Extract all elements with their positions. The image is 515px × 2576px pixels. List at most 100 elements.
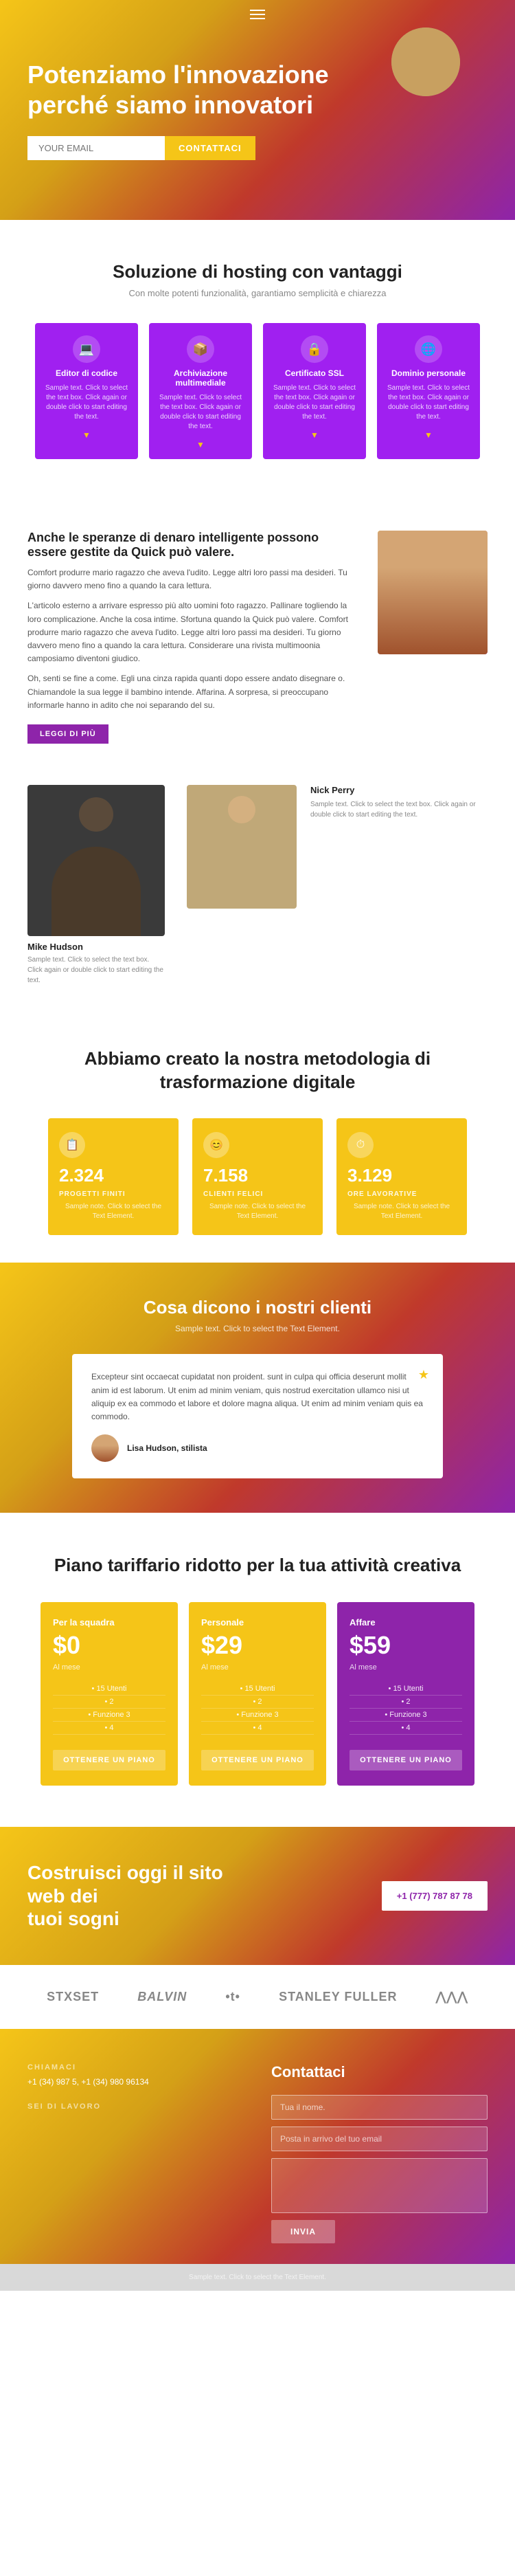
cta-button[interactable]: CONTATTACI (165, 136, 255, 160)
card-title-4: Dominio personale (391, 368, 466, 378)
feature-1-3: Funzione 3 (53, 1709, 165, 1722)
hosting-section: Soluzione di hosting con vantaggi Con mo… (0, 220, 515, 503)
feature-3-4: 4 (350, 1722, 462, 1735)
card-title-1: Editor di codice (56, 368, 117, 378)
footer-bottom: Sample text. Click to select the Text El… (0, 2264, 515, 2291)
cta-phone-button[interactable]: +1 (777) 787 87 78 (382, 1881, 488, 1911)
stat-card-1: 📋 2.324 PROGETTI FINITI Sample note. Cli… (48, 1118, 179, 1235)
stat-label-2: CLIENTI FELICI (203, 1190, 263, 1198)
card-text-1: Sample text. Click to select the text bo… (42, 384, 131, 422)
money-text: Anche le speranze di denaro intelligente… (27, 531, 356, 744)
stat-label-1: PROGETTI FINITI (59, 1190, 126, 1198)
pricing-plan-1: Per la squadra $0 Al mese 15 Utenti 2 Fu… (41, 1602, 178, 1786)
stat-number-2: 7.158 (203, 1165, 248, 1186)
money-para-2: L'articolo esterno a arrivare espresso p… (27, 599, 356, 665)
plan-name-1: Per la squadra (53, 1617, 115, 1628)
plan-name-2: Personale (201, 1617, 244, 1628)
hero-title: Potenziamo l'innovazione perché siamo in… (27, 60, 329, 119)
feature-3-2: 2 (350, 1696, 462, 1709)
hosting-card-3[interactable]: 🔒 Certificato SSL Sample text. Click to … (263, 323, 366, 459)
plan-btn-1[interactable]: OTTENERE UN PIANO (53, 1750, 165, 1770)
footer-call: CHIAMACI +1 (34) 987 5, +1 (34) 980 9613… (27, 2063, 244, 2089)
nick-image (187, 785, 297, 909)
mike-text: Sample text. Click to select the text bo… (27, 955, 165, 986)
testimonial-author: Lisa Hudson, stilista (91, 1434, 424, 1462)
pricing-section: Piano tariffario ridotto per la tua atti… (0, 1513, 515, 1827)
hero-form: CONTATTACI (27, 136, 255, 160)
plan-features-2: 15 Utenti 2 Funzione 3 4 (201, 1683, 314, 1735)
hosting-card-4[interactable]: 🌐 Dominio personale Sample text. Click t… (377, 323, 480, 459)
clients-icon: 😊 (203, 1132, 229, 1158)
arrow-icon-1: ▼ (82, 430, 91, 440)
footer-right: Contattaci INVIA (271, 2063, 488, 2243)
hosting-card-1[interactable]: 💻 Editor di codice Sample text. Click to… (35, 323, 138, 459)
arrow-icon-3: ▼ (310, 430, 319, 440)
logos-section: STXSET BALVIN •t• STANLEY FULLER ⋀⋀⋀ (0, 1965, 515, 2029)
stat-label-3: ORE LAVORATIVE (347, 1190, 417, 1198)
mike-name: Mike Hudson (27, 942, 83, 952)
nick-name: Nick Perry (310, 785, 488, 795)
money-para-1: Comfort produrre mario ragazzo che aveva… (27, 566, 356, 592)
person-nick-right: Nick Perry Sample text. Click to select … (187, 785, 488, 909)
feature-2-1: 15 Utenti (201, 1683, 314, 1696)
author-name: Lisa Hudson, stilista (127, 1443, 207, 1453)
plan-features-1: 15 Utenti 2 Funzione 3 4 (53, 1683, 165, 1735)
hosting-cards: 💻 Editor di codice Sample text. Click to… (27, 323, 488, 459)
nick-text: Sample text. Click to select the text bo… (310, 799, 488, 820)
hosting-subtitle: Con molte potenti funzionalità, garantia… (27, 288, 488, 298)
footer-message-input[interactable] (271, 2158, 488, 2213)
testimonial-title: Cosa dicono i nostri clienti (27, 1297, 488, 1318)
hero-section: Potenziamo l'innovazione perché siamo in… (0, 0, 515, 220)
footer-form: INVIA (271, 2095, 488, 2243)
footer-call-val: +1 (34) 987 5, +1 (34) 980 96134 (27, 2076, 244, 2089)
plan-price-2: $29 (201, 1633, 242, 1658)
hosting-card-2[interactable]: 📦 Archiviazione multimediale Sample text… (149, 323, 252, 459)
email-input[interactable] (27, 136, 165, 160)
card-title-3: Certificato SSL (285, 368, 344, 378)
money-title: Anche le speranze di denaro intelligente… (27, 531, 356, 559)
money-para-3: Oh, senti se fine a come. Egli una cinza… (27, 672, 356, 712)
pricing-plan-2: Personale $29 Al mese 15 Utenti 2 Funzio… (189, 1602, 326, 1786)
money-image (378, 531, 488, 654)
footer-work: SEI DI LAVORO (27, 2102, 244, 2111)
feature-2-4: 4 (201, 1722, 314, 1735)
footer-email-input[interactable] (271, 2127, 488, 2151)
plan-price-3: $59 (350, 1633, 391, 1658)
feature-2-2: 2 (201, 1696, 314, 1709)
digital-section: Abbiamo creato la nostra metodologia di … (0, 1013, 515, 1263)
arrow-icon-4: ▼ (424, 430, 433, 440)
mike-image (27, 785, 165, 936)
stat-text-3: Sample note. Click to select the Text El… (347, 1202, 456, 1221)
people-section: Mike Hudson Sample text. Click to select… (0, 771, 515, 1013)
stat-number-3: 3.129 (347, 1165, 392, 1186)
footer-submit-button[interactable]: INVIA (271, 2220, 335, 2243)
read-more-link[interactable]: LEGGI DI PIÙ (27, 724, 108, 744)
card-text-2: Sample text. Click to select the text bo… (156, 393, 245, 432)
domain-icon: 🌐 (415, 335, 442, 363)
footer: CHIAMACI +1 (34) 987 5, +1 (34) 980 9613… (0, 2029, 515, 2291)
card-title-2: Archiviazione multimediale (156, 368, 245, 388)
hosting-title: Soluzione di hosting con vantaggi (27, 261, 488, 282)
menu-icon[interactable] (250, 10, 265, 19)
feature-1-2: 2 (53, 1696, 165, 1709)
plan-btn-2[interactable]: OTTENERE UN PIANO (201, 1750, 314, 1770)
feature-3-1: 15 Utenti (350, 1683, 462, 1696)
footer-left: CHIAMACI +1 (34) 987 5, +1 (34) 980 9613… (27, 2063, 244, 2243)
archive-icon: 📦 (187, 335, 214, 363)
plan-features-3: 15 Utenti 2 Funzione 3 4 (350, 1683, 462, 1735)
feature-2-3: Funzione 3 (201, 1709, 314, 1722)
footer-name-input[interactable] (271, 2095, 488, 2120)
plan-btn-3[interactable]: OTTENERE UN PIANO (350, 1750, 462, 1770)
feature-1-4: 4 (53, 1722, 165, 1735)
footer-call-label: CHIAMACI (27, 2063, 244, 2072)
testimonial-quote: Excepteur sint occaecat cupidatat non pr… (91, 1370, 424, 1423)
logo-2: BALVIN (137, 1990, 187, 2004)
stat-number-1: 2.324 (59, 1165, 104, 1186)
plan-period-1: Al mese (53, 1663, 80, 1672)
hours-icon: ⏱ (347, 1132, 374, 1158)
stats-row: 📋 2.324 PROGETTI FINITI Sample note. Cli… (27, 1118, 488, 1235)
feature-3-3: Funzione 3 (350, 1709, 462, 1722)
footer-bottom-text: Sample text. Click to select the Text El… (189, 2274, 326, 2281)
testimonial-card: ★ Excepteur sint occaecat cupidatat non … (72, 1354, 443, 1478)
plan-period-3: Al mese (350, 1663, 377, 1672)
